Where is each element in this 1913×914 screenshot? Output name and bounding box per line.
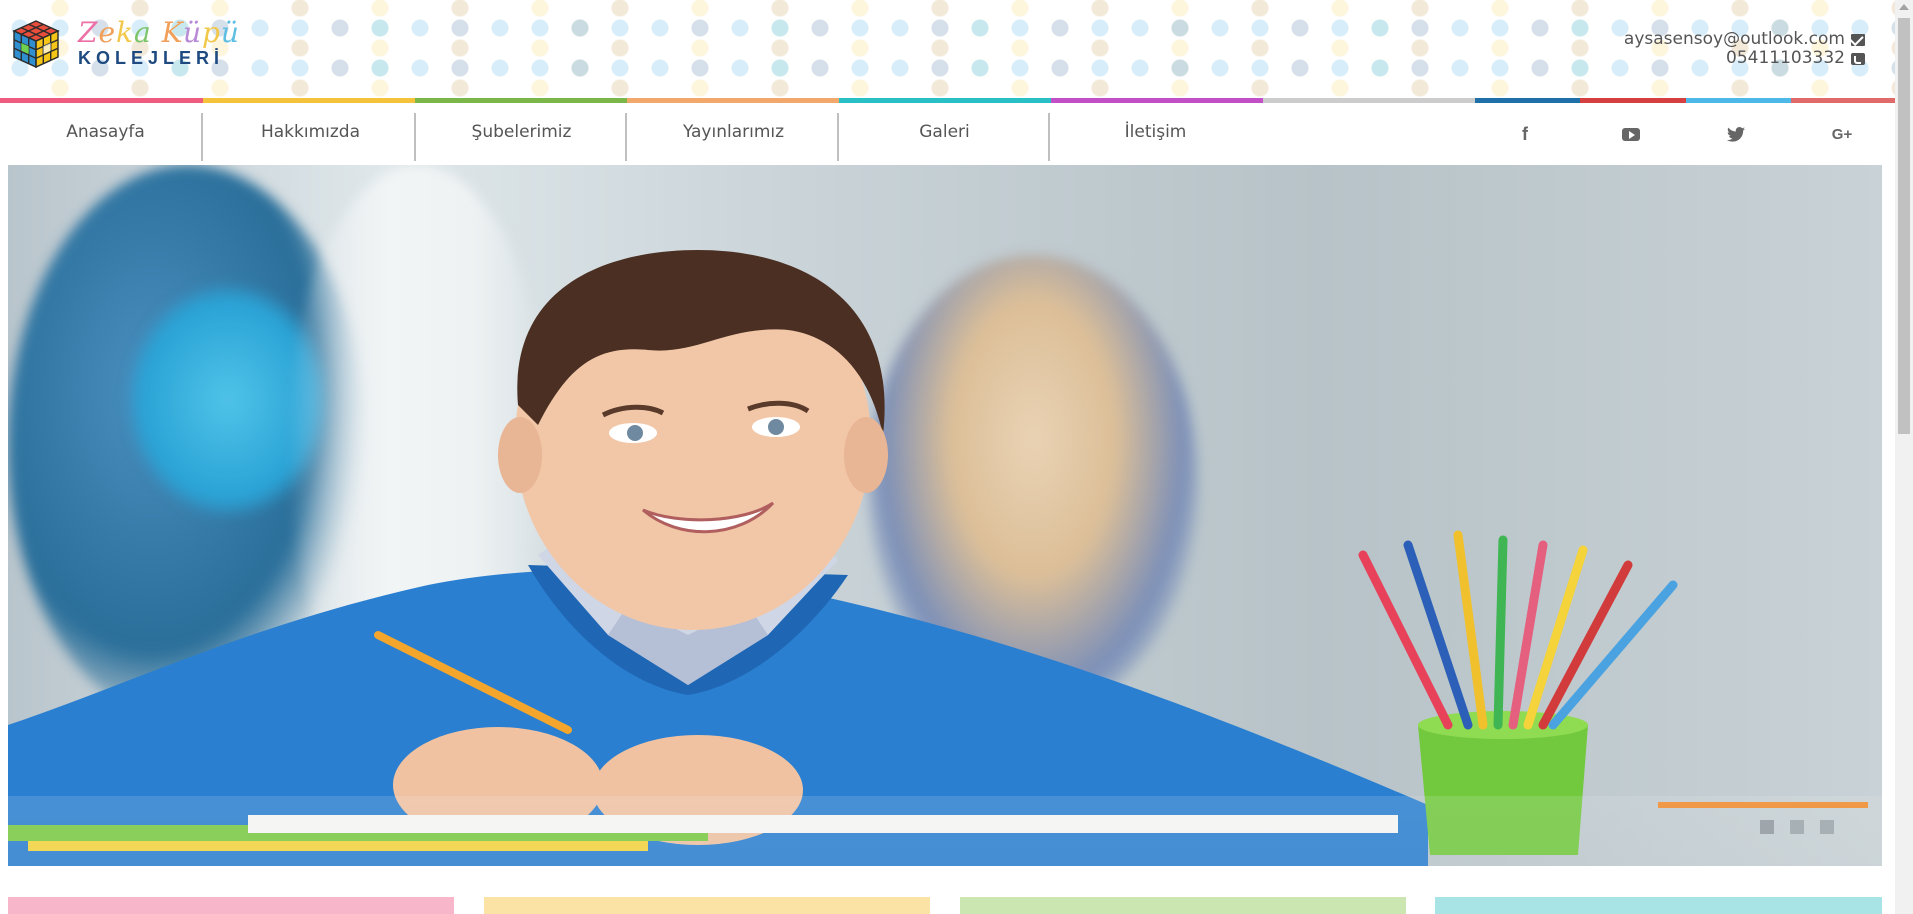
site-logo[interactable]: Zeka Küpü KOLEJLERİ: [12, 18, 240, 69]
scroll-up-arrow-icon[interactable]: [1899, 4, 1909, 10]
nav-item-iletisim[interactable]: İletişim: [1050, 103, 1261, 161]
scrollbar-thumb[interactable]: [1898, 18, 1910, 434]
twitter-link[interactable]: [1716, 116, 1756, 152]
logo-letter: k: [116, 16, 135, 49]
envelope-icon: [1851, 33, 1865, 46]
logo-letter: e: [98, 16, 117, 49]
nav-item-subelerimiz[interactable]: Şubelerimiz: [416, 103, 627, 161]
logo-letter: ü: [220, 16, 240, 49]
site-header: Zeka Küpü KOLEJLERİ aysasensoy@outlook.c…: [0, 0, 1895, 100]
nav-item-anasayfa[interactable]: Anasayfa: [0, 103, 211, 161]
nav-item-yayinlarimiz[interactable]: Yayınlarımız: [628, 103, 839, 161]
hero-slider[interactable]: [8, 165, 1882, 866]
feature-card[interactable]: [1435, 897, 1882, 914]
slider-dot[interactable]: [1820, 820, 1834, 834]
feature-card[interactable]: [484, 897, 930, 914]
main-nav: Anasayfa Hakkımızda Şubelerimiz Yayınlar…: [0, 103, 1895, 165]
feature-card[interactable]: [8, 897, 454, 914]
feature-card[interactable]: [960, 897, 1406, 914]
logo-script-name: Zeka Küpü: [78, 18, 240, 48]
logo-subtitle: KOLEJLERİ: [78, 48, 225, 68]
nav-item-hakkimizda[interactable]: Hakkımızda: [205, 103, 416, 161]
contact-email[interactable]: aysasensoy@outlook.com: [1624, 30, 1845, 49]
google-plus-icon: G+: [1831, 125, 1853, 143]
twitter-icon: [1727, 126, 1745, 142]
contact-info: aysasensoy@outlook.com 05411103332: [1624, 30, 1865, 68]
rubiks-cube-logo-icon: [12, 19, 60, 68]
logo-letter: a: [134, 16, 152, 49]
contact-phone-row[interactable]: 05411103332: [1624, 49, 1865, 68]
nav-divider: [201, 113, 203, 161]
slider-dot[interactable]: [1760, 820, 1774, 834]
facebook-link[interactable]: f: [1505, 116, 1545, 152]
contact-email-row[interactable]: aysasensoy@outlook.com: [1624, 30, 1865, 49]
logo-text: Zeka Küpü KOLEJLERİ: [78, 18, 240, 69]
logo-letter: K: [161, 16, 183, 49]
youtube-link[interactable]: [1611, 116, 1651, 152]
logo-letter: Z: [78, 16, 99, 49]
slider-dot[interactable]: [1790, 820, 1804, 834]
nav-item-galeri[interactable]: Galeri: [839, 103, 1050, 161]
page-scrollbar[interactable]: [1895, 0, 1913, 914]
logo-letter: p: [201, 16, 221, 49]
logo-letter: ü: [182, 16, 202, 49]
desk-surface: [8, 796, 1882, 866]
facebook-icon: f: [1522, 123, 1528, 144]
slider-pagination: [1760, 820, 1834, 834]
phone-icon: [1851, 52, 1865, 65]
boy-illustration: [8, 250, 1868, 866]
google-plus-link[interactable]: G+: [1822, 116, 1862, 152]
youtube-icon: [1622, 127, 1640, 141]
nav-divider: [625, 113, 627, 161]
contact-phone[interactable]: 05411103332: [1726, 49, 1845, 68]
logo-letter: [152, 16, 162, 49]
